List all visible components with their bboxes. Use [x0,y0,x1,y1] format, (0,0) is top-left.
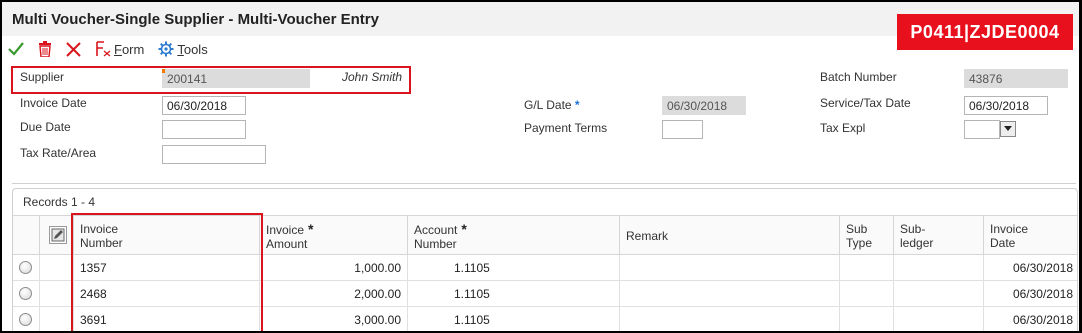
due-date-label: Due Date [20,120,71,134]
due-date-input[interactable] [162,120,246,139]
cell-account-number[interactable]: 1.1105 [407,281,619,307]
cell-sub-type[interactable] [839,307,893,331]
tools-menu-label: ools [183,41,208,57]
cell-account-number[interactable]: 1.1105 [407,255,619,281]
cell-remark[interactable] [619,307,839,331]
supplier-label: Supplier [20,70,65,84]
cell-account-number[interactable]: 1.1105 [407,307,619,331]
supplier-name: John Smith [342,70,403,84]
row-select-radio[interactable] [19,313,32,326]
application-window: Multi Voucher-Single Supplier - Multi-Vo… [0,0,1082,333]
header-subledger[interactable]: Sub-ledger [893,216,983,256]
trash-icon [39,41,51,57]
header-remark[interactable]: Remark [619,216,839,256]
table-row[interactable]: 3691 3,000.00 1.1105 06/30/2018 [13,307,1079,331]
tax-rate-area-label: Tax Rate/Area [20,146,97,160]
form-menu-label: orm [121,41,145,57]
invoice-date-input[interactable]: 06/30/2018 [162,96,246,115]
cell-invoice-date[interactable]: 06/30/2018 [983,255,1079,281]
payment-terms-label: Payment Terms [524,121,608,135]
header-invoice-amount[interactable]: Invoice * Amount [259,216,407,256]
form-menu-accelerator: F [114,41,122,57]
invoice-date-label: Invoice Date [20,96,87,110]
records-count: Records 1 - 4 [23,195,96,209]
cell-invoice-date[interactable]: 06/30/2018 [983,307,1079,331]
batch-number-label: Batch Number [820,70,897,84]
gl-date-label: G/L Date [524,98,572,112]
form-icon [96,41,111,57]
tax-rate-area-input[interactable] [162,145,266,164]
cell-invoice-number[interactable]: 3691 [73,307,259,331]
tax-expl-label: Tax Expl [820,121,866,135]
table-row[interactable]: 2468 2,000.00 1.1105 06/30/2018 [13,281,1077,307]
cell-remark[interactable] [619,255,839,281]
ok-button[interactable] [8,41,24,57]
form-menu[interactable]: Form [95,41,144,57]
service-tax-date-label: Service/Tax Date [820,96,911,110]
required-star-icon: * [461,221,467,237]
cell-invoice-amount[interactable]: 3,000.00 [259,307,407,331]
row-select-radio[interactable] [19,261,32,274]
cell-subledger[interactable] [893,307,983,331]
delete-button[interactable] [38,41,52,57]
service-tax-date-input[interactable]: 06/30/2018 [964,96,1048,115]
header-select-column [39,216,73,256]
cell-invoice-number[interactable]: 1357 [73,255,259,281]
gear-icon [158,41,174,57]
cancel-button[interactable] [66,41,81,57]
cell-sub-type[interactable] [839,255,893,281]
required-field-marker [162,69,165,73]
checkmark-icon [8,42,24,56]
cell-subledger[interactable] [893,281,983,307]
header-account-number[interactable]: Account * Number [407,216,619,256]
supplier-input[interactable]: 200141 [162,69,310,88]
header-invoice-date[interactable]: Invoice Date [983,216,1079,256]
grid-header: Invoice Number Invoice * Amount Account * Num… [13,215,1079,256]
header-invoice-number[interactable]: Invoice Number [73,216,259,256]
header-sub-type[interactable]: Sub Type [839,216,893,256]
required-star-icon: * [308,221,314,237]
program-id-badge: P0411|ZJDE0004 [897,14,1073,50]
cell-invoice-amount[interactable]: 1,000.00 [259,255,407,281]
required-star-icon: * [574,98,580,112]
cell-remark[interactable] [619,281,839,307]
gl-date-input[interactable]: 06/30/2018 [662,96,746,115]
row-select-radio[interactable] [19,287,32,300]
cell-invoice-date[interactable]: 06/30/2018 [983,281,1079,307]
table-row[interactable]: 1357 1,000.00 1.1105 06/30/2018 [13,255,1077,281]
close-icon [66,41,81,57]
cell-invoice-amount[interactable]: 2,000.00 [259,281,407,307]
tax-expl-dropdown-button[interactable] [1000,121,1016,137]
window-title: Multi Voucher-Single Supplier - Multi-Vo… [12,11,379,28]
cell-subledger[interactable] [893,255,983,281]
payment-terms-input[interactable] [662,120,703,139]
cell-sub-type[interactable] [839,281,893,307]
header-form: Supplier 200141 John Smith Batch Number … [11,62,1076,184]
tax-expl-select[interactable] [964,120,1000,139]
tools-menu[interactable]: Tools [158,41,208,57]
voucher-grid: Records 1 - 4 Invoice Number Invoice * Amou… [12,188,1079,331]
cell-invoice-number[interactable]: 2468 [73,281,259,307]
batch-number-input: 43876 [964,69,1068,88]
chevron-down-icon [1004,126,1012,131]
